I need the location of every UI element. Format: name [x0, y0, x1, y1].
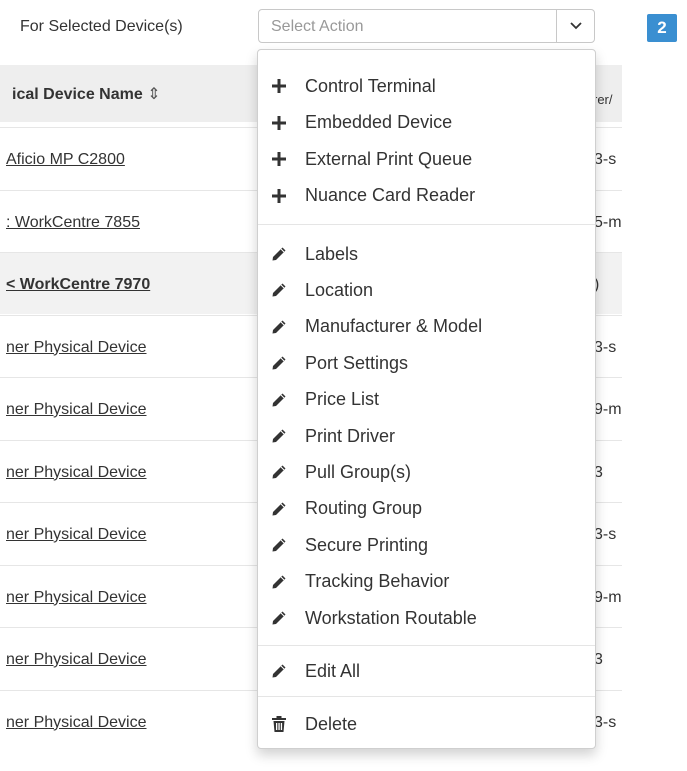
device-name-link[interactable]: ner Physical Device [6, 651, 256, 669]
device-name-link[interactable]: : WorkCentre 7855 [6, 214, 256, 232]
pencil-icon [270, 427, 288, 445]
manufacturer-cell: 5-m [594, 213, 622, 231]
chevron-down-icon[interactable] [556, 9, 594, 43]
manufacturer-cell: 9-m [594, 401, 622, 418]
manufacturer-cell: 3-s [594, 713, 617, 731]
step-badge: 2 [647, 14, 677, 42]
pencil-icon [270, 245, 288, 263]
menu-item-label: Edit All [305, 660, 361, 681]
menu-item-label: Manufacturer & Model [305, 316, 483, 337]
manufacturer-cell: 3-s [594, 151, 617, 168]
menu-item-label: Price List [305, 389, 380, 410]
device-name-link[interactable]: ner Physical Device [6, 339, 256, 357]
toolbar-label: For Selected Device(s) [20, 18, 183, 35]
device-name-link[interactable]: ner Physical Device [6, 526, 256, 544]
menu-item-add-nuance-card-reader[interactable]: Nuance Card Reader [258, 178, 595, 214]
device-name-header-label: ical Device Name [12, 86, 143, 103]
menu-item-label: Embedded Device [305, 112, 453, 132]
pencil-icon [270, 281, 288, 299]
manufacturer-cell: ) [594, 276, 600, 293]
device-name-link[interactable]: ner Physical Device [6, 401, 256, 419]
manufacturer-cell: 3-s [594, 526, 617, 543]
menu-item-edit-labels[interactable]: Labels [258, 236, 595, 272]
menu-item-label: Location [305, 279, 374, 300]
sort-icon[interactable]: ⇕ [147, 86, 160, 103]
pencil-icon [270, 391, 288, 409]
menu-item-label: Port Settings [305, 352, 409, 373]
pencil-icon [270, 318, 288, 336]
pencil-icon [270, 536, 288, 554]
manufacturer-header[interactable]: rer/ [593, 92, 622, 107]
menu-item-edit-manufacturer-model[interactable]: Manufacturer & Model [258, 309, 595, 345]
device-name-link[interactable]: ner Physical Device [6, 589, 256, 607]
manufacturer-cell: 3-s [594, 338, 617, 356]
menu-item-delete[interactable]: Delete [258, 706, 595, 742]
device-name-header[interactable]: ical Device Name ⇕ [12, 84, 161, 104]
menu-item-label: Pull Group(s) [305, 461, 412, 482]
menu-item-label: Delete [305, 713, 358, 734]
menu-item-add-control-terminal[interactable]: Control Terminal [258, 68, 595, 104]
device-name-link[interactable]: ner Physical Device [6, 714, 256, 732]
menu-item-label: Routing Group [305, 498, 423, 519]
plus-icon [270, 150, 288, 168]
menu-item-label: Nuance Card Reader [305, 185, 476, 205]
action-menu: Control Terminal Embedded Device External … [257, 49, 596, 749]
pencil-icon [270, 463, 288, 481]
plus-icon [270, 77, 288, 95]
menu-item-edit-secure-printing[interactable]: Secure Printing [258, 527, 595, 563]
menu-item-label: Print Driver [305, 425, 396, 446]
pencil-icon [270, 500, 288, 518]
menu-divider [258, 645, 595, 646]
menu-item-edit-print-driver[interactable]: Print Driver [258, 418, 595, 454]
menu-item-add-external-print-queue[interactable]: External Print Queue [258, 141, 595, 177]
plus-icon [270, 114, 288, 132]
pencil-icon [270, 573, 288, 591]
menu-item-edit-pull-group-s[interactable]: Pull Group(s) [258, 454, 595, 490]
select-action-dropdown[interactable]: Select Action [258, 9, 595, 43]
menu-item-edit-port-settings[interactable]: Port Settings [258, 345, 595, 381]
manufacturer-cell: 3 [594, 651, 603, 668]
manufacturer-cell: 9-m [594, 588, 622, 606]
trash-icon [270, 715, 288, 733]
menu-item-edit-location[interactable]: Location [258, 272, 595, 308]
device-name-link[interactable]: < WorkCentre 7970 [6, 276, 256, 294]
menu-item-label: External Print Queue [305, 148, 473, 169]
pencil-icon [270, 609, 288, 627]
select-placeholder: Select Action [271, 18, 364, 35]
menu-item-label: Labels [305, 243, 359, 264]
menu-item-edit-price-list[interactable]: Price List [258, 382, 595, 418]
manufacturer-cell: 3 [594, 463, 603, 481]
menu-item-label: Secure Printing [305, 534, 429, 555]
menu-item-edit-routing-group[interactable]: Routing Group [258, 491, 595, 527]
plus-icon [270, 187, 288, 205]
menu-divider [258, 224, 595, 225]
device-name-link[interactable]: Aficio MP C2800 [6, 151, 256, 169]
menu-item-label: Control Terminal [305, 75, 436, 96]
pencil-icon [270, 354, 288, 372]
pencil-icon [270, 662, 288, 680]
menu-divider [258, 696, 595, 697]
menu-item-label: Tracking Behavior [305, 571, 450, 592]
menu-item-edit-workstation-routable[interactable]: Workstation Routable [258, 600, 595, 636]
menu-item-edit-tracking-behavior[interactable]: Tracking Behavior [258, 564, 595, 600]
menu-item-add-embedded-device[interactable]: Embedded Device [258, 105, 595, 141]
menu-item-label: Workstation Routable [305, 607, 477, 628]
menu-item-edit-all[interactable]: Edit All [258, 653, 595, 689]
device-name-link[interactable]: ner Physical Device [6, 464, 256, 482]
